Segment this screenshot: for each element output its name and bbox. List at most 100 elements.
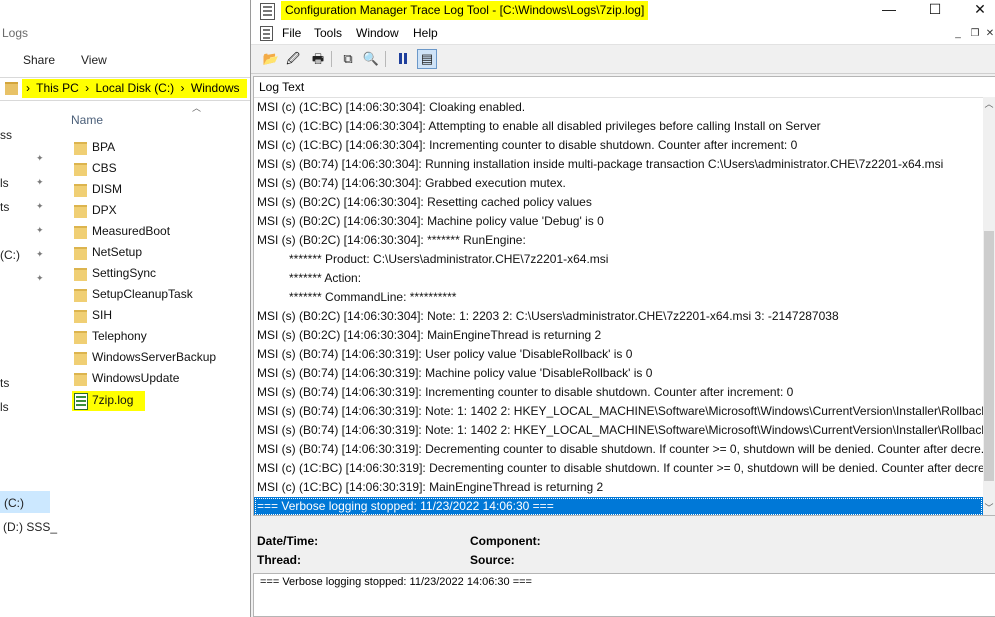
menu-window[interactable]: Window [356,26,399,40]
menu-tools[interactable]: Tools [314,26,342,40]
folder-icon [74,142,87,155]
log-line[interactable]: MSI (s) (B0:2C) [14:06:30:304]: Resettin… [254,193,983,212]
datetime-label: Date/Time: [257,534,319,548]
log-line[interactable]: MSI (s) (B0:2C) [14:06:30:304]: MainEngi… [254,326,983,345]
folder-icon [74,184,87,197]
refresh-icon[interactable]: 🖉 [283,49,303,69]
close-button[interactable]: ✕ [960,0,995,20]
minimize-button[interactable]: — [869,0,909,20]
maximize-button[interactable]: ☐ [915,0,955,20]
breadcrumb-local-disk[interactable]: Local Disk (C:) [96,81,175,95]
cmtrace-app-icon [260,3,275,20]
log-view[interactable]: Log Text MSI (c) (1C:BC) [14:06:30:304]:… [253,76,995,516]
breadcrumb-this-pc[interactable]: This PC [36,81,79,95]
nav-item[interactable]: (C:) [0,248,20,262]
menu-file[interactable]: File [282,26,301,40]
log-text-column-header[interactable]: Log Text [254,77,995,98]
nav-item[interactable]: ts [0,376,9,390]
menu-help[interactable]: Help [413,26,438,40]
log-line[interactable]: MSI (c) (1C:BC) [14:06:30:304]: Incremen… [254,136,983,155]
log-line[interactable]: MSI (c) (1C:BC) [14:06:30:319]: MainEngi… [254,478,983,497]
log-line[interactable]: MSI (s) (B0:74) [14:06:30:319]: Incremen… [254,383,983,402]
log-line[interactable]: MSI (s) (B0:74) [14:06:30:319]: User pol… [254,345,983,364]
pin-icon: ✦ [36,273,44,283]
folder-icon [74,310,87,323]
breadcrumb-separator-icon: › [85,81,90,95]
open-icon[interactable]: 📂 [261,49,281,69]
ribbon-tab-share[interactable]: Share [23,53,55,67]
log-line[interactable]: MSI (s) (B0:74) [14:06:30:304]: Grabbed … [254,174,983,193]
folder-icon [74,352,87,365]
folder-icon [74,226,87,239]
log-line[interactable]: ******* Action: [254,269,983,288]
folder-icon [74,373,87,386]
pin-icon: ✦ [36,225,44,235]
breadcrumb-separator-icon: › [180,81,185,95]
highlight-icon[interactable]: ▤ [417,49,437,69]
nav-item[interactable]: ts [0,200,9,214]
scroll-down-icon[interactable]: ﹀ [983,501,995,515]
log-line[interactable]: MSI (c) (1C:BC) [14:06:30:304]: Cloaking… [254,98,983,117]
breadcrumb-windows[interactable]: Windows [191,81,240,95]
entry-text-box[interactable]: === Verbose logging stopped: 11/23/2022 … [253,573,995,617]
log-line[interactable]: MSI (c) (1C:BC) [14:06:30:304]: Attempti… [254,117,983,136]
log-file-icon [74,393,88,410]
vertical-scrollbar[interactable]: ︿ ﹀ [983,97,995,515]
folder-icon [74,268,87,281]
log-line[interactable]: MSI (s) (B0:2C) [14:06:30:304]: Note: 1:… [254,307,983,326]
log-line[interactable]: ******* Product: C:\Users\administrator.… [254,250,983,269]
log-line[interactable]: MSI (s) (B0:2C) [14:06:30:304]: ******* … [254,231,983,250]
nav-item-drive-d[interactable]: (D:) SSS_ [3,520,57,534]
entry-text: === Verbose logging stopped: 11/23/2022 … [260,576,532,588]
toolbar-separator [331,51,332,67]
nav-item[interactable]: ss [0,128,12,142]
scroll-up-icon[interactable]: ︿ [983,97,995,111]
log-lines: MSI (c) (1C:BC) [14:06:30:304]: Cloaking… [254,98,983,515]
component-label: Component: [470,534,541,548]
log-line[interactable]: ******* CommandLine: ********** [254,288,983,307]
pin-icon: ✦ [36,153,44,163]
entry-details: Date/Time: Component: Thread: Source: [253,525,995,571]
folder-icon [74,163,87,176]
address-bar[interactable]: › This PC › Local Disk (C:) › Windows [0,77,252,101]
log-line[interactable]: MSI (s) (B0:2C) [14:06:30:304]: Machine … [254,212,983,231]
sort-up-icon: ︿ [192,103,202,113]
mdi-close-button[interactable]: ✕ [981,26,995,42]
folder-icon [74,205,87,218]
ribbon-tab-view[interactable]: View [81,53,107,67]
toolbar: 📂 🖉 🖶 ⧉ 🔍 ▤ [251,45,995,74]
log-line[interactable]: MSI (s) (B0:74) [14:06:30:319]: Decremen… [254,440,983,459]
breadcrumb-separator-icon: › [26,81,30,95]
find-icon[interactable]: 🔍 [361,49,381,69]
pin-icon: ✦ [36,249,44,259]
mdi-minimize-button[interactable]: _ [949,26,967,42]
log-line[interactable]: MSI (s) (B0:74) [14:06:30:319]: Note: 1:… [254,421,983,440]
thread-label: Thread: [257,553,302,567]
log-line[interactable]: MSI (c) (1C:BC) [14:06:30:319]: Decremen… [254,459,983,478]
folder-icon [5,82,18,95]
menu-bar: File Tools Window Help _ ❐ ✕ [251,22,995,45]
nav-item[interactable]: ls [0,176,9,190]
column-header-name[interactable]: Name [71,113,103,127]
toolbar-separator [385,51,386,67]
print-icon[interactable]: 🖶 [308,49,328,69]
cmtrace-window: Configuration Manager Trace Log Tool - [… [250,0,995,617]
nav-item-drive-c[interactable]: (C:) [4,496,24,510]
folder-icon [74,289,87,302]
copy-icon[interactable]: ⧉ [338,49,358,69]
file-explorer-window: Logs Share View › This PC › Local Disk (… [0,0,252,617]
scrollbar-thumb[interactable] [984,231,994,481]
log-line[interactable]: MSI (s) (B0:74) [14:06:30:319]: Machine … [254,364,983,383]
log-line[interactable]: MSI (s) (B0:74) [14:06:30:304]: Running … [254,155,983,174]
breadcrumb: › This PC › Local Disk (C:) › Windows [22,79,247,98]
document-icon[interactable] [260,26,273,41]
window-title: Configuration Manager Trace Log Tool - [… [281,1,649,20]
title-bar[interactable]: Configuration Manager Trace Log Tool - [… [251,0,995,22]
pause-icon[interactable] [393,49,413,69]
log-line-selected[interactable]: === Verbose logging stopped: 11/23/2022 … [254,497,983,515]
list-item-7zip-log[interactable]: 7zip.log [72,391,145,411]
explorer-title: Logs [2,26,29,40]
pin-icon: ✦ [36,201,44,211]
nav-item[interactable]: ls [0,400,9,414]
log-line[interactable]: MSI (s) (B0:74) [14:06:30:319]: Note: 1:… [254,402,983,421]
